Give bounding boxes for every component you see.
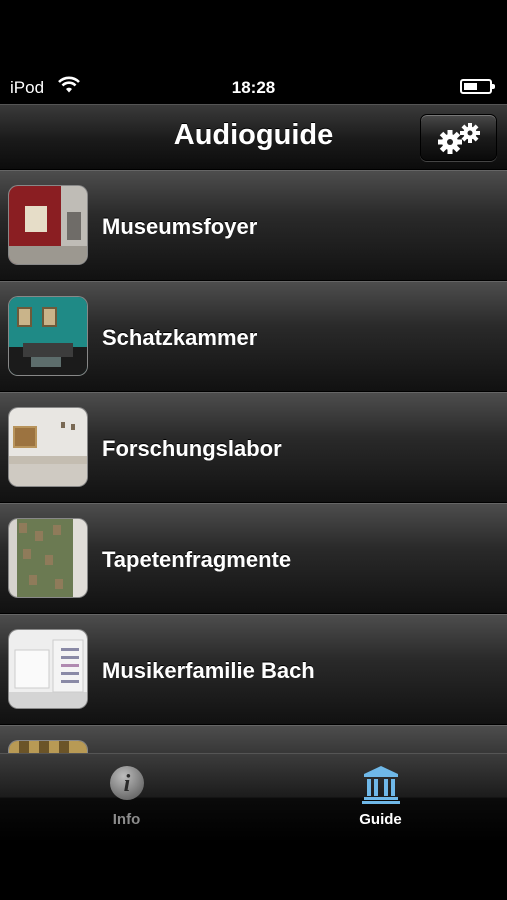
info-icon: i: [108, 764, 146, 807]
navigation-bar: Audioguide: [0, 104, 507, 170]
status-bar: iPod 18:28: [0, 70, 507, 104]
tab-info[interactable]: i Info: [0, 754, 253, 844]
list-item-label: Schatzkammer: [102, 325, 258, 350]
room-thumbnail: [9, 408, 87, 486]
battery-icon: [460, 79, 495, 94]
list-item-tapetenfragmente[interactable]: Tapetenfragmente: [0, 503, 507, 613]
list-item-partial[interactable]: [0, 725, 507, 753]
list-item-schatzkammer[interactable]: Schatzkammer: [0, 281, 507, 391]
list-item-label: Musikerfamilie Bach: [102, 658, 315, 683]
list-item-musikerfamilie-bach[interactable]: Musikerfamilie Bach: [0, 614, 507, 724]
list-item-forschungslabor[interactable]: Forschungslabor: [0, 392, 507, 502]
list-item-label: Tapetenfragmente: [102, 547, 292, 572]
tab-bar: i Info Guide: [0, 753, 507, 843]
room-thumbnail: [9, 741, 87, 753]
room-thumbnail: [9, 186, 87, 264]
settings-button[interactable]: [420, 114, 497, 161]
room-thumbnail: [9, 519, 87, 597]
battery-level: [464, 83, 477, 90]
list-item-label: Museumsfoyer: [102, 214, 258, 239]
room-list[interactable]: Museumsfoyer Schatzkammer Forschungslabo…: [0, 170, 507, 753]
clock: 18:28: [231, 78, 276, 97]
list-item-label: Forschungslabor: [102, 436, 282, 461]
gears-icon: [438, 123, 480, 154]
room-thumbnail: [9, 630, 87, 708]
tab-label: Info: [112, 811, 141, 828]
tab-guide[interactable]: Guide: [254, 754, 507, 844]
tab-label: Guide: [359, 811, 402, 828]
room-thumbnail: [9, 297, 87, 375]
list-item-museumsfoyer[interactable]: Museumsfoyer: [0, 170, 507, 280]
museum-icon: [362, 764, 400, 809]
svg-text:i: i: [124, 771, 131, 797]
